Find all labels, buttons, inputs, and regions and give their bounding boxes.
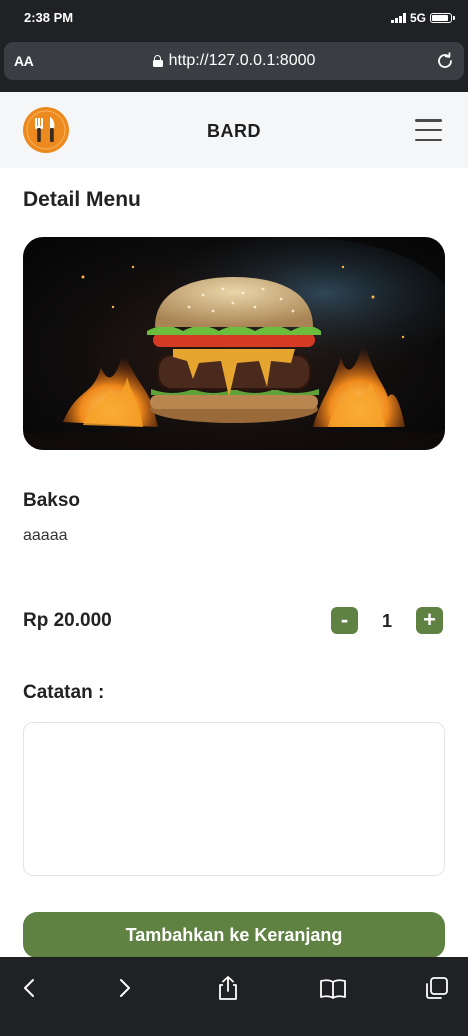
page-title: Detail Menu (23, 188, 141, 211)
address-bar[interactable]: AA http://127.0.0.1:8000 (4, 42, 464, 80)
quantity-value: 1 (381, 611, 392, 631)
notes-field[interactable] (23, 722, 445, 876)
signal-icon (391, 13, 406, 23)
browser-toolbar (0, 957, 468, 1036)
back-icon[interactable] (14, 973, 44, 1003)
bookmarks-icon[interactable] (318, 973, 348, 1003)
brand-title[interactable]: BARD (0, 121, 468, 142)
reload-icon[interactable] (434, 50, 456, 72)
url-display[interactable]: http://127.0.0.1:8000 (4, 52, 464, 70)
tabs-icon[interactable] (422, 973, 452, 1003)
browser-address-area: AA http://127.0.0.1:8000 (0, 38, 468, 92)
item-name: Bakso (23, 490, 81, 511)
notes-label: Catatan : (23, 682, 105, 703)
app-header: BARD (0, 92, 468, 168)
increase-quantity-button[interactable]: + (416, 607, 443, 634)
item-description: aaaaa (23, 527, 68, 544)
lock-icon (152, 55, 163, 67)
food-image (23, 237, 445, 450)
network-label: 5G (409, 11, 426, 25)
decrease-quantity-button[interactable]: - (331, 607, 358, 634)
forward-icon[interactable] (110, 973, 140, 1003)
add-to-cart-button[interactable]: Tambahkan ke Keranjang (23, 912, 445, 958)
status-time: 2:38 PM (24, 10, 74, 25)
battery-icon (430, 13, 455, 23)
status-indicators: 5G (391, 11, 455, 25)
item-price: Rp 20.000 (23, 610, 112, 631)
url-text[interactable]: http://127.0.0.1:8000 (169, 52, 316, 70)
status-bar: 2:38 PM 5G (0, 0, 468, 38)
menu-icon[interactable] (415, 119, 442, 141)
share-icon[interactable] (213, 973, 243, 1003)
